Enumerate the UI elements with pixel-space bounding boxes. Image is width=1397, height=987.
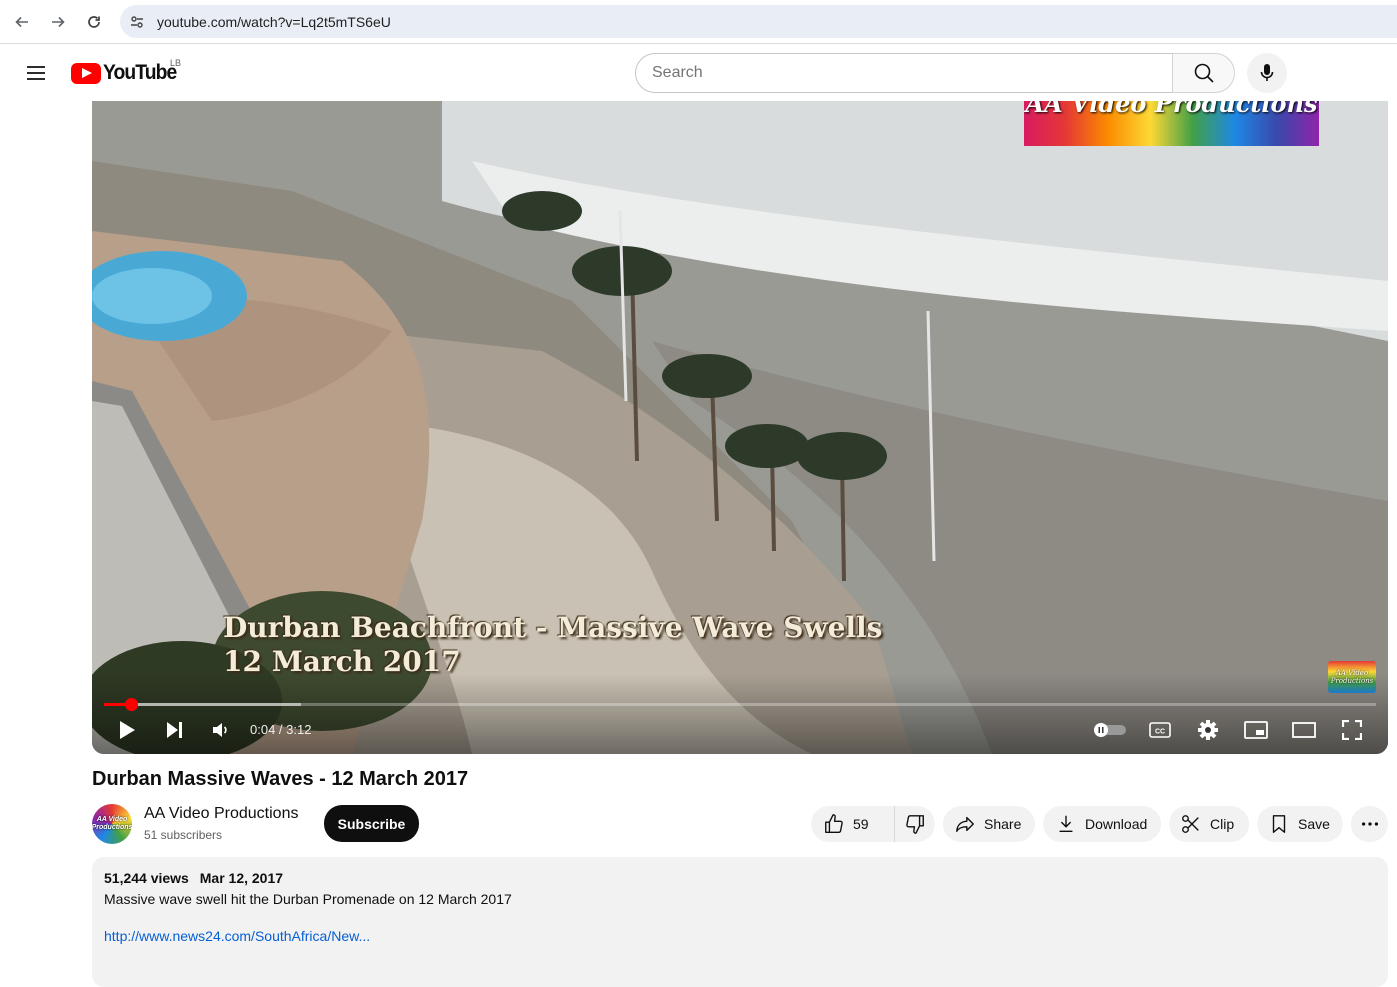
watermark-text: AA Video Productions (1025, 101, 1318, 118)
download-button[interactable]: Download (1043, 806, 1161, 842)
progress-bar[interactable] (104, 698, 1376, 711)
search-box (635, 53, 1235, 93)
save-label: Save (1298, 816, 1330, 832)
like-count: 59 (853, 816, 869, 832)
youtube-header: YouTube LB (0, 45, 1397, 101)
back-icon[interactable] (10, 10, 34, 34)
video-player[interactable]: AA Video Productions Durban Beachfront -… (92, 101, 1388, 754)
miniplayer-icon (1244, 721, 1268, 739)
video-title: Durban Massive Waves - 12 March 2017 (92, 768, 469, 790)
youtube-logo[interactable]: YouTube LB (71, 58, 183, 85)
hamburger-menu-icon[interactable] (22, 59, 50, 87)
search-button[interactable] (1172, 53, 1235, 93)
site-info-icon[interactable] (129, 14, 145, 30)
more-horizontal-icon (1361, 822, 1378, 826)
browser-toolbar: youtube.com/watch?v=Lq2t5mTS6eU (0, 0, 1397, 44)
next-button[interactable] (161, 717, 187, 743)
upload-date: Mar 12, 2017 (199, 870, 284, 886)
save-button[interactable]: Save (1257, 806, 1343, 842)
thumbs-down-icon (906, 815, 924, 834)
search-icon (1194, 63, 1214, 83)
search-input[interactable] (635, 53, 1172, 93)
scrubber-handle[interactable] (124, 698, 138, 711)
youtube-play-icon (71, 62, 101, 84)
like-dislike-group: 59 (811, 806, 935, 842)
miniplayer-button[interactable] (1243, 717, 1269, 743)
forward-icon[interactable] (46, 10, 70, 34)
thumbs-up-icon (825, 814, 843, 833)
volume-icon (213, 723, 227, 737)
next-icon (167, 722, 182, 738)
description-link[interactable]: http://www.news24.com/SouthAfrica/New... (104, 928, 370, 944)
youtube-wordmark: YouTube (103, 61, 177, 84)
fullscreen-button[interactable] (1339, 717, 1365, 743)
clip-label: Clip (1210, 816, 1235, 832)
watermark-banner: AA Video Productions (1024, 101, 1319, 146)
reload-icon[interactable] (82, 10, 106, 34)
autoplay-toggle-icon (1094, 723, 1126, 737)
description-box[interactable]: 51,244 views Mar 12, 2017 Massive wave s… (92, 857, 1388, 987)
fullscreen-icon (1342, 720, 1362, 740)
scissors-icon (1182, 815, 1199, 833)
share-button[interactable]: Share (943, 806, 1035, 842)
svg-text:CC: CC (1155, 729, 1165, 736)
caption-line-1: Durban Beachfront - Massive Wave Swells (223, 611, 883, 644)
voice-search-button[interactable] (1247, 53, 1287, 93)
settings-button[interactable] (1195, 717, 1221, 743)
subscribe-button[interactable]: Subscribe (324, 805, 419, 842)
address-bar[interactable]: youtube.com/watch?v=Lq2t5mTS6eU (120, 5, 1397, 38)
download-label: Download (1085, 816, 1148, 832)
microphone-icon (1260, 64, 1274, 81)
channel-avatar-text: AA Video Productions (92, 816, 132, 831)
view-count: 51,244 views (104, 870, 189, 886)
controls-gradient (92, 674, 1388, 754)
cc-icon: CC (1149, 722, 1171, 738)
theater-mode-button[interactable] (1291, 717, 1317, 743)
channel-name[interactable]: AA Video Productions (144, 805, 298, 823)
country-code: LB (170, 58, 182, 68)
description-text: Massive wave swell hit the Durban Promen… (104, 891, 512, 907)
subscriber-count: 51 subscribers (144, 828, 223, 842)
gear-icon (1198, 720, 1218, 740)
play-button[interactable] (114, 717, 140, 743)
video-caption-overlay: Durban Beachfront - Massive Wave Swells … (223, 611, 882, 679)
dislike-button[interactable] (895, 813, 935, 835)
autoplay-toggle[interactable] (1094, 717, 1126, 743)
clip-button[interactable]: Clip (1169, 806, 1249, 842)
more-actions-button[interactable] (1351, 806, 1388, 842)
play-icon (120, 721, 135, 739)
share-icon (956, 816, 974, 833)
download-icon (1059, 815, 1073, 833)
url-text[interactable]: youtube.com/watch?v=Lq2t5mTS6eU (157, 14, 391, 30)
share-label: Share (984, 816, 1022, 832)
captions-button[interactable]: CC (1147, 717, 1173, 743)
theater-icon (1292, 722, 1316, 738)
like-button[interactable]: 59 (811, 806, 895, 842)
mute-button[interactable] (207, 717, 233, 743)
description-meta: 51,244 views Mar 12, 2017 (104, 870, 1376, 886)
channel-avatar[interactable]: AA Video Productions (92, 804, 132, 844)
time-display: 0:04 / 3:12 (250, 722, 312, 737)
bookmark-icon (1272, 815, 1286, 833)
